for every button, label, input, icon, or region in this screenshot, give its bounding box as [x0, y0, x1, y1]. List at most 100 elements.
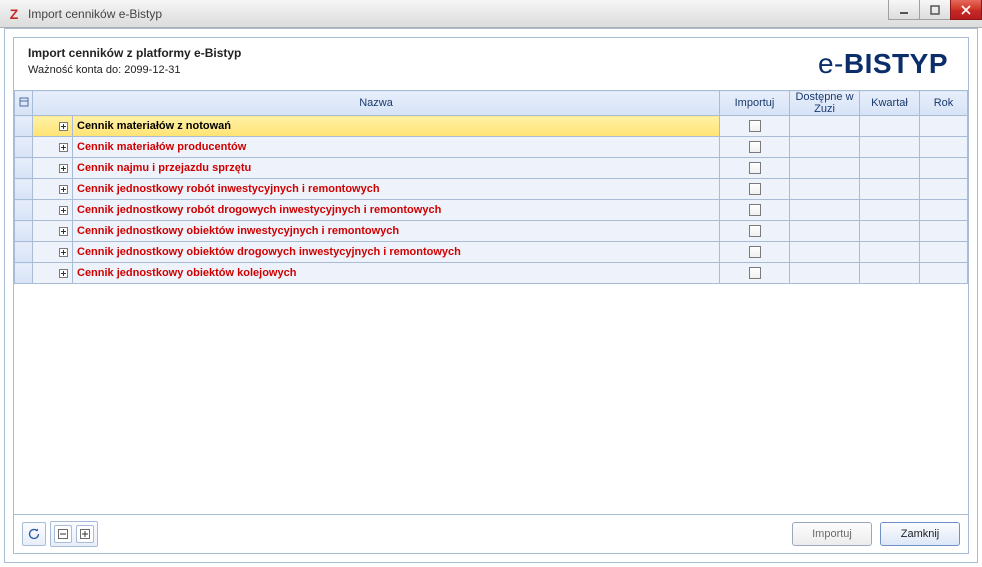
rok-cell: [920, 200, 968, 221]
table-row[interactable]: Cennik jednostkowy obiektów drogowych in…: [15, 242, 968, 263]
expand-toggle[interactable]: [33, 221, 73, 242]
expand-toggle[interactable]: [33, 137, 73, 158]
row-name[interactable]: Cennik jednostkowy obiektów kolejowych: [73, 263, 720, 284]
table-row[interactable]: Cennik jednostkowy robót drogowych inwes…: [15, 200, 968, 221]
brand-prefix: e-: [818, 48, 844, 79]
titlebar: Z Import cenników e-Bistyp: [0, 0, 982, 28]
expand-toggle[interactable]: [33, 158, 73, 179]
import-button[interactable]: Importuj: [792, 522, 872, 546]
rok-cell: [920, 263, 968, 284]
dostepne-cell: [790, 263, 860, 284]
expand-all-button[interactable]: [76, 525, 94, 543]
import-checkbox[interactable]: [749, 162, 761, 174]
expand-toggle[interactable]: [33, 179, 73, 200]
minimize-button[interactable]: [888, 0, 920, 20]
expand-toggle[interactable]: [33, 242, 73, 263]
dostepne-cell: [790, 158, 860, 179]
col-rok-header[interactable]: Rok: [920, 91, 968, 116]
plus-icon: [59, 164, 68, 173]
rok-cell: [920, 242, 968, 263]
row-name[interactable]: Cennik najmu i przejazdu sprzętu: [73, 158, 720, 179]
import-checkbox[interactable]: [749, 225, 761, 237]
header-strip: Import cenników z platformy e-Bistyp Waż…: [14, 38, 968, 90]
table-row[interactable]: Cennik najmu i przejazdu sprzętu: [15, 158, 968, 179]
import-cell: [720, 263, 790, 284]
plus-icon: [59, 248, 68, 257]
row-name[interactable]: Cennik jednostkowy obiektów drogowych in…: [73, 242, 720, 263]
plus-icon: [59, 227, 68, 236]
bottom-right-buttons: Importuj Zamknij: [792, 522, 960, 546]
dostepne-cell: [790, 242, 860, 263]
indicator-icon: [19, 97, 29, 107]
col-kwartal-header[interactable]: Kwartał: [860, 91, 920, 116]
plus-icon: [59, 269, 68, 278]
kwartal-cell: [860, 179, 920, 200]
table-row[interactable]: Cennik materiałów producentów: [15, 137, 968, 158]
import-checkbox[interactable]: [749, 246, 761, 258]
rok-cell: [920, 116, 968, 137]
header-row: Nazwa Importuj Dostępne w Zuzi Kwartał R…: [15, 91, 968, 116]
close-button[interactable]: [950, 0, 982, 20]
rok-cell: [920, 221, 968, 242]
kwartal-cell: [860, 137, 920, 158]
table-row[interactable]: Cennik jednostkowy obiektów inwestycyjny…: [15, 221, 968, 242]
dostepne-cell: [790, 221, 860, 242]
kwartal-cell: [860, 158, 920, 179]
tree-expand-controls: [50, 521, 98, 547]
import-checkbox[interactable]: [749, 141, 761, 153]
page-heading: Import cenników z platformy e-Bistyp: [28, 46, 241, 60]
kwartal-cell: [860, 242, 920, 263]
row-indicator: [15, 221, 33, 242]
import-cell: [720, 158, 790, 179]
import-checkbox[interactable]: [749, 267, 761, 279]
import-checkbox[interactable]: [749, 183, 761, 195]
row-name[interactable]: Cennik materiałów producentów: [73, 137, 720, 158]
window-title: Import cenników e-Bistyp: [28, 7, 162, 21]
plus-icon: [59, 143, 68, 152]
dostepne-cell: [790, 200, 860, 221]
import-cell: [720, 200, 790, 221]
minus-square-icon: [58, 529, 68, 539]
import-cell: [720, 242, 790, 263]
row-name[interactable]: Cennik jednostkowy obiektów inwestycyjny…: [73, 221, 720, 242]
rok-cell: [920, 179, 968, 200]
pricelist-grid: Nazwa Importuj Dostępne w Zuzi Kwartał R…: [14, 90, 968, 284]
kwartal-cell: [860, 200, 920, 221]
row-name[interactable]: Cennik materiałów z notowań: [73, 116, 720, 137]
client-area: Import cenników z platformy e-Bistyp Waż…: [4, 28, 978, 563]
table-row[interactable]: Cennik materiałów z notowań: [15, 116, 968, 137]
row-indicator: [15, 200, 33, 221]
row-indicator: [15, 137, 33, 158]
expand-toggle[interactable]: [33, 263, 73, 284]
row-name[interactable]: Cennik jednostkowy robót drogowych inwes…: [73, 200, 720, 221]
col-dostepne-header[interactable]: Dostępne w Zuzi: [790, 91, 860, 116]
import-cell: [720, 221, 790, 242]
kwartal-cell: [860, 263, 920, 284]
col-nazwa-header[interactable]: Nazwa: [33, 91, 720, 116]
import-checkbox[interactable]: [749, 120, 761, 132]
refresh-icon: [27, 527, 41, 541]
dostepne-cell: [790, 179, 860, 200]
col-importuj-header[interactable]: Importuj: [720, 91, 790, 116]
import-checkbox[interactable]: [749, 204, 761, 216]
expand-toggle[interactable]: [33, 116, 73, 137]
grid-wrap: Nazwa Importuj Dostępne w Zuzi Kwartał R…: [14, 90, 968, 514]
row-indicator-header[interactable]: [15, 91, 33, 116]
app-icon: Z: [6, 6, 22, 22]
import-cell: [720, 137, 790, 158]
row-name[interactable]: Cennik jednostkowy robót inwestycyjnych …: [73, 179, 720, 200]
expand-toggle[interactable]: [33, 200, 73, 221]
account-validity: Ważność konta do: 2099-12-31: [28, 64, 241, 76]
table-row[interactable]: Cennik jednostkowy robót inwestycyjnych …: [15, 179, 968, 200]
window-controls: [889, 0, 982, 20]
refresh-button[interactable]: [22, 522, 46, 546]
inner-panel: Import cenników z platformy e-Bistyp Waż…: [13, 37, 969, 554]
close-dialog-button[interactable]: Zamknij: [880, 522, 960, 546]
row-indicator: [15, 263, 33, 284]
collapse-all-button[interactable]: [54, 525, 72, 543]
rok-cell: [920, 137, 968, 158]
maximize-button[interactable]: [919, 0, 951, 20]
row-indicator: [15, 116, 33, 137]
table-row[interactable]: Cennik jednostkowy obiektów kolejowych: [15, 263, 968, 284]
rok-cell: [920, 158, 968, 179]
